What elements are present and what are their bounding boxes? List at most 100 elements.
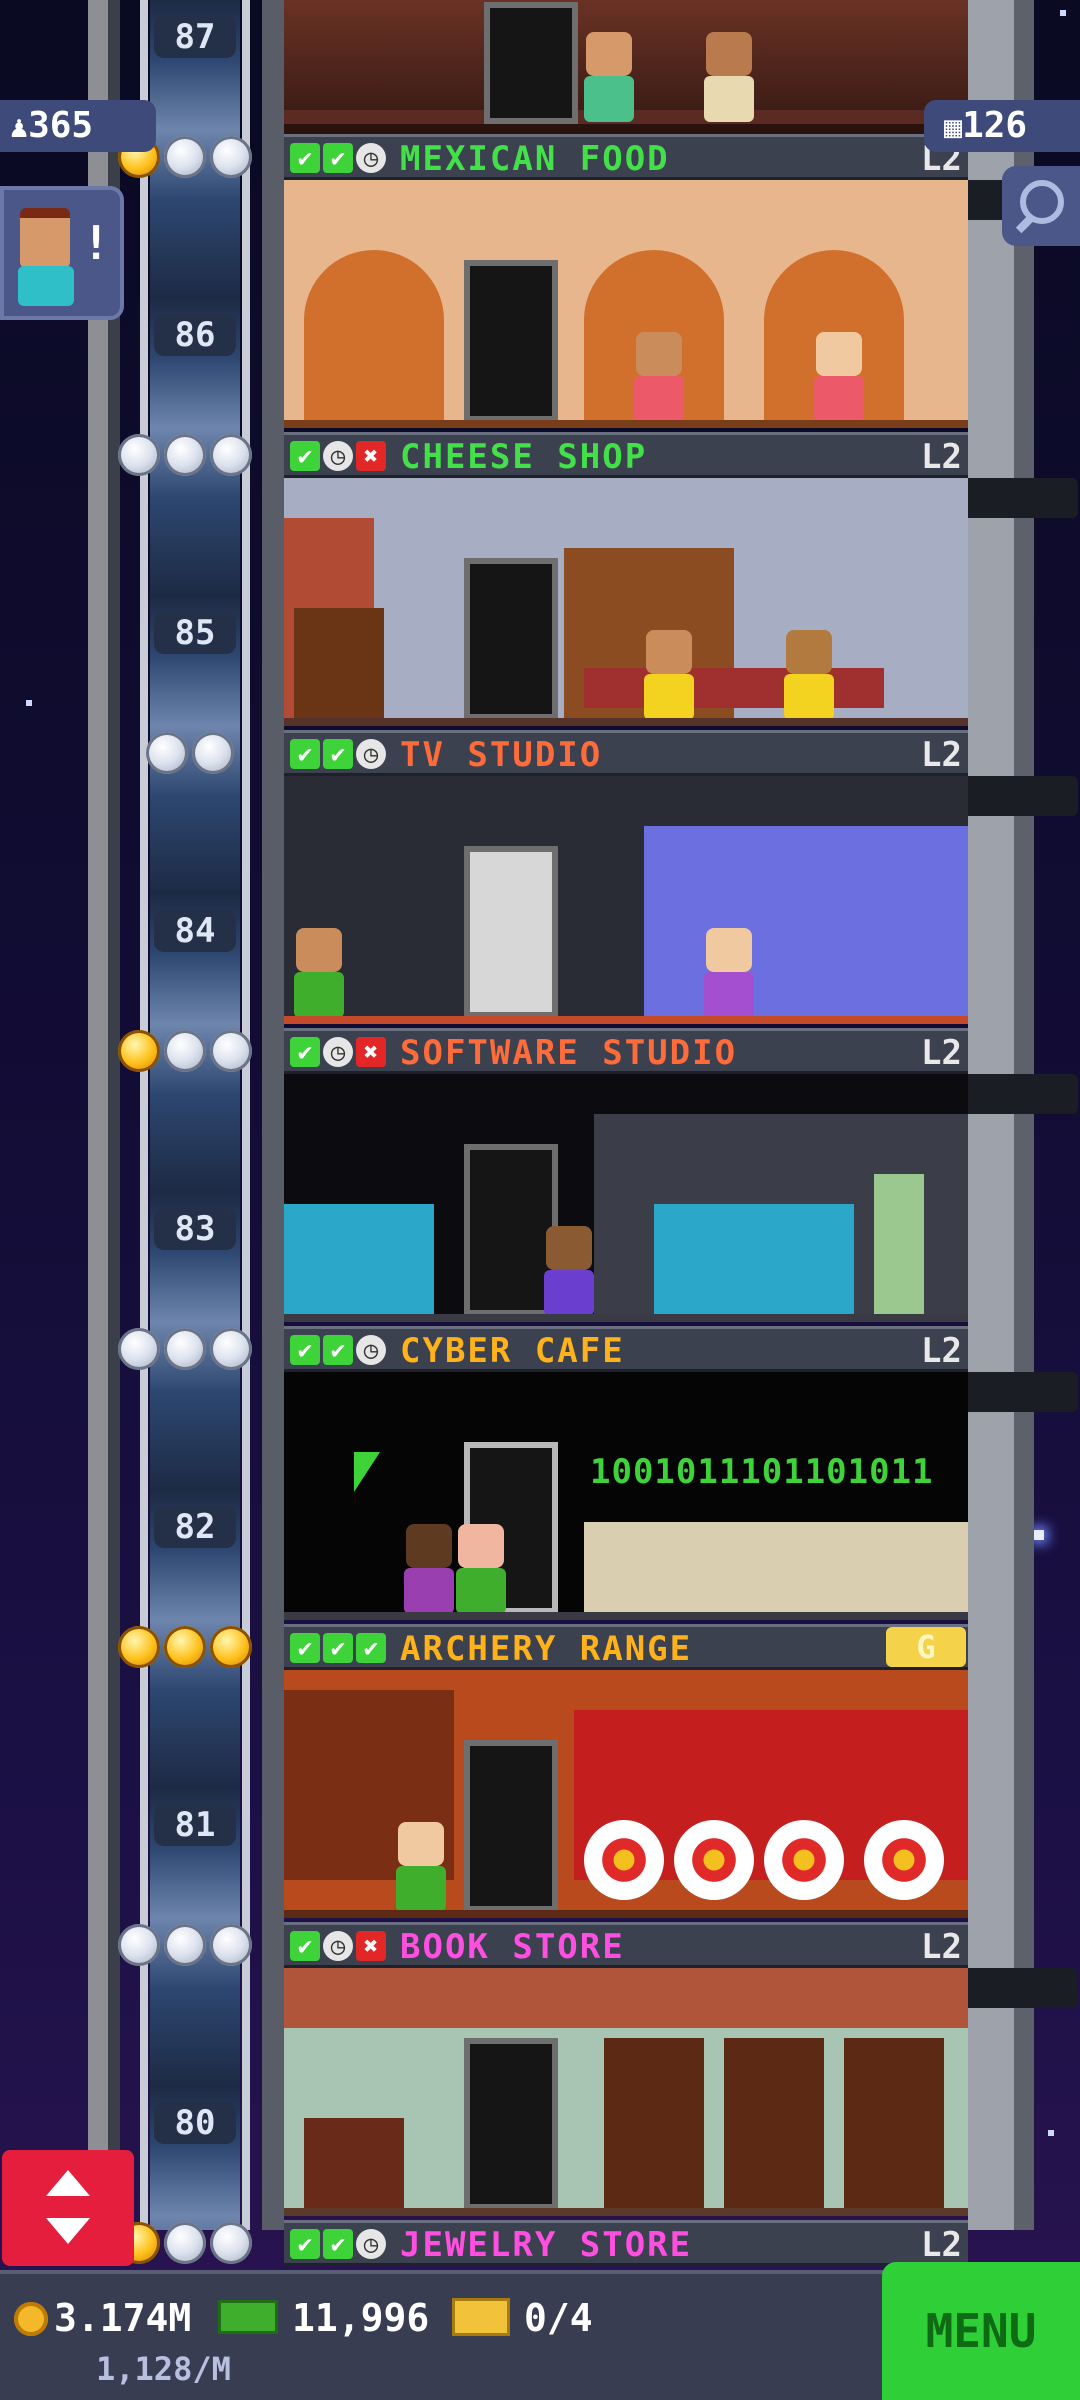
population-counter[interactable]: ♟365 — [0, 100, 156, 152]
star-icon — [164, 1924, 206, 1966]
star-icon — [210, 1030, 252, 1072]
room-floor-87[interactable] — [284, 0, 968, 136]
bux-value: 11,996 — [292, 2296, 430, 2340]
check-icon: ✔ — [323, 143, 353, 173]
archery-target — [674, 1820, 754, 1900]
check-icon: ✔ — [356, 1633, 386, 1663]
room-door — [484, 2, 578, 124]
floor-number: 80 — [154, 2102, 236, 2144]
floor-status-icons: ✔ ✔ ✔ — [290, 1633, 386, 1663]
archery-target — [864, 1820, 944, 1900]
floor-level: L2 — [921, 1331, 962, 1371]
room-floor-81[interactable] — [284, 1670, 968, 1918]
star-icon — [146, 732, 188, 774]
floor-gold-badge[interactable]: G — [886, 1627, 966, 1667]
floor-name: SOFTWARE STUDIO — [400, 1033, 738, 1073]
room-door — [464, 1740, 558, 1912]
floor-status-icons: ✔ ◷ ✖ — [290, 441, 386, 471]
bitizen-avatar — [20, 208, 70, 268]
bitizen-alert-button[interactable]: ! — [0, 186, 124, 320]
archery-target — [764, 1820, 844, 1900]
floor-number: 87 — [154, 16, 236, 58]
person-icon: ♟ — [10, 110, 29, 145]
background-star — [1048, 2130, 1054, 2136]
floor-number: 83 — [154, 1208, 236, 1250]
floor-counter[interactable]: ▦126 — [924, 100, 1080, 152]
check-icon: ✔ — [290, 1335, 320, 1365]
bitizen — [404, 1524, 454, 1614]
floor-number: 85 — [154, 612, 236, 654]
building-icon: ▦ — [944, 110, 963, 145]
background-star — [1034, 1530, 1044, 1540]
check-icon: ✔ — [323, 739, 353, 769]
star-icon — [192, 732, 234, 774]
star-icon — [118, 1924, 160, 1966]
floor-bar-81[interactable]: ✔ ◷ ✖ BOOK STORE L2 — [284, 1922, 968, 1968]
floor-number: 82 — [154, 1506, 236, 1548]
clock-icon: ◷ — [323, 441, 353, 471]
check-icon: ✔ — [323, 1633, 353, 1663]
cross-icon: ✖ — [356, 441, 386, 471]
check-icon: ✔ — [290, 441, 320, 471]
clock-icon: ◷ — [356, 143, 386, 173]
star-icon — [164, 1626, 206, 1668]
coin-icon — [14, 2302, 48, 2336]
star-icon — [164, 1030, 206, 1072]
floor-name: JEWELRY STORE — [400, 2225, 693, 2265]
floor-count-value: 126 — [962, 105, 1028, 146]
star-icon — [118, 1030, 160, 1072]
check-icon: ✔ — [290, 1931, 320, 1961]
floor-status-icons: ✔ ✔ ◷ — [290, 739, 386, 769]
star-icon — [164, 1328, 206, 1370]
population-value: 365 — [28, 105, 94, 146]
elevator-rail-left — [140, 0, 148, 2230]
floor-bar-86[interactable]: ✔ ◷ ✖ CHEESE SHOP L2 — [284, 432, 968, 478]
star-icon — [210, 1328, 252, 1370]
bitizen — [584, 32, 634, 122]
search-button[interactable] — [1002, 166, 1080, 246]
floor-bar-82[interactable]: ✔ ✔ ✔ ARCHERY RANGE G — [284, 1624, 968, 1670]
bitizen — [456, 1524, 506, 1614]
alert-icon: ! — [82, 216, 110, 270]
floor-bar-83[interactable]: ✔ ✔ ◷ CYBER CAFE L2 — [284, 1326, 968, 1372]
coin-rate: 1,128/M — [96, 2350, 231, 2388]
floor-stars-80 — [118, 2222, 252, 2268]
room-floor-80[interactable] — [284, 1968, 968, 2216]
floor-bar-80[interactable]: ✔ ✔ ◷ JEWELRY STORE L2 — [284, 2220, 968, 2266]
check-icon: ✔ — [290, 143, 320, 173]
floor-status-icons: ✔ ✔ ◷ — [290, 2229, 386, 2259]
floor-bar-87[interactable]: ✔ ✔ ◷ MEXICAN FOOD L2 — [284, 134, 968, 180]
star-icon — [164, 2222, 206, 2264]
floor-level: L2 — [921, 735, 962, 775]
floor-level: L2 — [921, 1927, 962, 1967]
menu-button[interactable]: MENU — [882, 2262, 1080, 2400]
check-icon: ✔ — [323, 2229, 353, 2259]
bitizen — [396, 1822, 446, 1912]
bitizen — [814, 332, 864, 422]
room-floor-85[interactable] — [284, 478, 968, 726]
floor-name: TV STUDIO — [400, 735, 603, 775]
floor-bar-84[interactable]: ✔ ◷ ✖ SOFTWARE STUDIO L2 — [284, 1028, 968, 1074]
tower-right-wall — [968, 0, 1014, 2230]
background-star — [1060, 10, 1066, 16]
binary-display: 1001011101101011 — [590, 1452, 934, 1492]
room-floor-86[interactable] — [284, 180, 968, 428]
bux-icon — [218, 2300, 278, 2334]
golden-ticket-icon — [452, 2298, 510, 2336]
star-icon — [210, 434, 252, 476]
floor-status-icons: ✔ ◷ ✖ — [290, 1931, 386, 1961]
bitizen — [704, 32, 754, 122]
bitizen — [644, 630, 694, 720]
background-star — [26, 700, 32, 706]
floor-stars-81 — [118, 1924, 252, 1970]
elevator-button[interactable] — [2, 2150, 134, 2266]
check-icon: ✔ — [290, 739, 320, 769]
check-icon: ✔ — [290, 1633, 320, 1663]
elevator-rail-right — [242, 0, 250, 2230]
floor-level: L2 — [921, 2225, 962, 2265]
bitizen — [704, 928, 754, 1018]
room-floor-84[interactable] — [284, 776, 968, 1024]
floor-bar-85[interactable]: ✔ ✔ ◷ TV STUDIO L2 — [284, 730, 968, 776]
room-floor-83[interactable] — [284, 1074, 968, 1322]
room-floor-82[interactable]: 1001011101101011 — [284, 1372, 968, 1620]
